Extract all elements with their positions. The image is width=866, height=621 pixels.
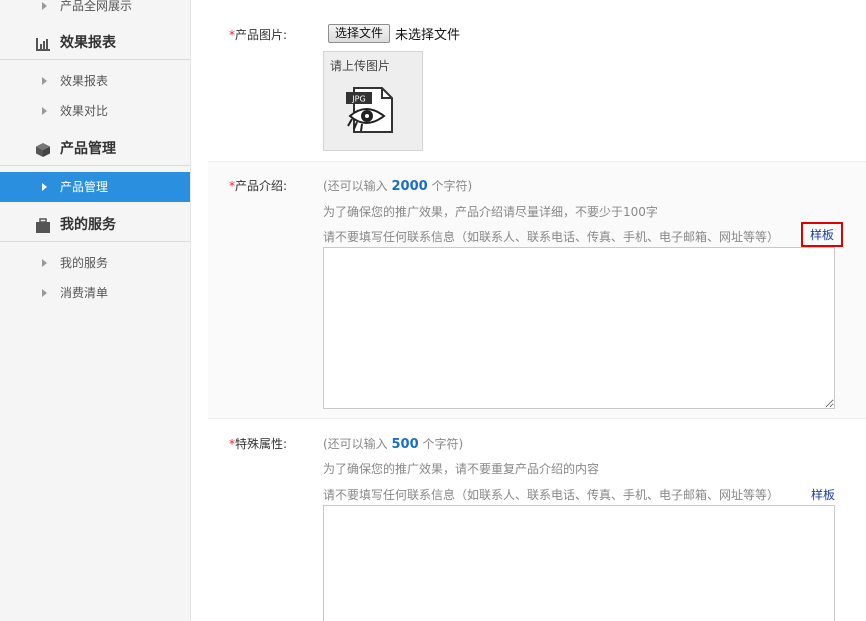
sidebar-item-billing[interactable]: 消费清单 — [0, 278, 190, 308]
sidebar-item-label: 消费清单 — [60, 286, 109, 300]
caret-right-icon — [42, 259, 47, 267]
special-sample-link[interactable]: 样板 — [811, 486, 835, 503]
jpg-file-icon: JPG — [346, 87, 393, 133]
caret-right-icon — [42, 2, 47, 10]
remaining-count: 500 — [391, 437, 419, 452]
label-text: 产品图片: — [235, 28, 288, 42]
special-remaining: (还可以输入 500 个字符) — [323, 435, 463, 452]
sidebar-section-reports: 效果报表 — [0, 26, 190, 60]
caret-right-icon — [42, 107, 47, 115]
remaining-count: 2000 — [391, 179, 428, 194]
sidebar-item-product-manage[interactable]: 产品管理 — [0, 172, 190, 202]
cube-icon — [36, 143, 50, 157]
sidebar-item-report[interactable]: 效果报表 — [0, 66, 190, 96]
label-text: 特殊属性: — [235, 437, 288, 451]
sidebar-item-label: 产品全网展示 — [60, 0, 133, 13]
label-text: 产品介绍: — [235, 179, 288, 193]
sidebar-item-label: 效果对比 — [60, 104, 109, 118]
product-intro-textarea[interactable] — [323, 247, 835, 409]
sidebar-item-compare[interactable]: 效果对比 — [0, 96, 190, 126]
sidebar-section-services: 我的服务 — [0, 208, 190, 242]
intro-remaining: (还可以输入 2000 个字符) — [323, 177, 472, 194]
special-attr-textarea[interactable] — [323, 505, 835, 621]
intro-sample-link[interactable]: 样板 — [801, 222, 844, 247]
image-upload-box[interactable]: 请上传图片 JPG — [323, 51, 423, 151]
upload-placeholder: 请上传图片 — [330, 59, 391, 73]
sidebar-section-products: 产品管理 — [0, 132, 190, 166]
remaining-suffix: 个字符) — [422, 437, 464, 451]
special-attr-label: *特殊属性: — [229, 435, 287, 452]
caret-right-icon — [42, 183, 47, 191]
remaining-prefix: (还可以输入 — [323, 437, 388, 451]
intro-hint-contact: 请不要填写任何联系信息（如联系人、联系电话、传真、手机、电子邮箱、网址等等） — [323, 230, 780, 244]
sidebar-item-my-service[interactable]: 我的服务 — [0, 248, 190, 278]
sidebar-item-label: 效果报表 — [60, 74, 109, 88]
product-image-label: *产品图片: — [229, 26, 287, 43]
remaining-prefix: (还可以输入 — [323, 179, 388, 193]
file-status: 未选择文件 — [395, 28, 461, 43]
caret-right-icon — [42, 77, 47, 85]
bar-chart-icon — [36, 38, 50, 51]
sidebar-item-label: 产品管理 — [60, 180, 109, 194]
section-title: 我的服务 — [60, 217, 116, 233]
caret-right-icon — [42, 289, 47, 297]
file-type-badge: JPG — [351, 95, 365, 104]
briefcase-icon — [36, 218, 50, 233]
intro-hint-detail: 为了确保您的推广效果，产品介绍请尽量详细，不要少于100字 — [323, 205, 658, 219]
sidebar: 产品全网展示 效果报表 效果报表 效果对比 产品管理 产品管理 我的服务 我的服… — [0, 0, 191, 621]
remaining-suffix: 个字符) — [431, 179, 473, 193]
special-hint-detail: 为了确保您的推广效果，请不要重复产品介绍的内容 — [323, 462, 600, 476]
sidebar-item-label: 我的服务 — [60, 256, 109, 270]
section-title: 产品管理 — [60, 141, 116, 157]
special-hint-contact: 请不要填写任何联系信息（如联系人、联系电话、传真、手机、电子邮箱、网址等等） — [323, 488, 780, 502]
choose-file-button[interactable]: 选择文件 — [328, 24, 391, 43]
section-title: 效果报表 — [60, 35, 116, 51]
product-intro-label: *产品介绍: — [229, 177, 287, 194]
sidebar-item-network-display[interactable]: 产品全网展示 — [0, 0, 190, 21]
